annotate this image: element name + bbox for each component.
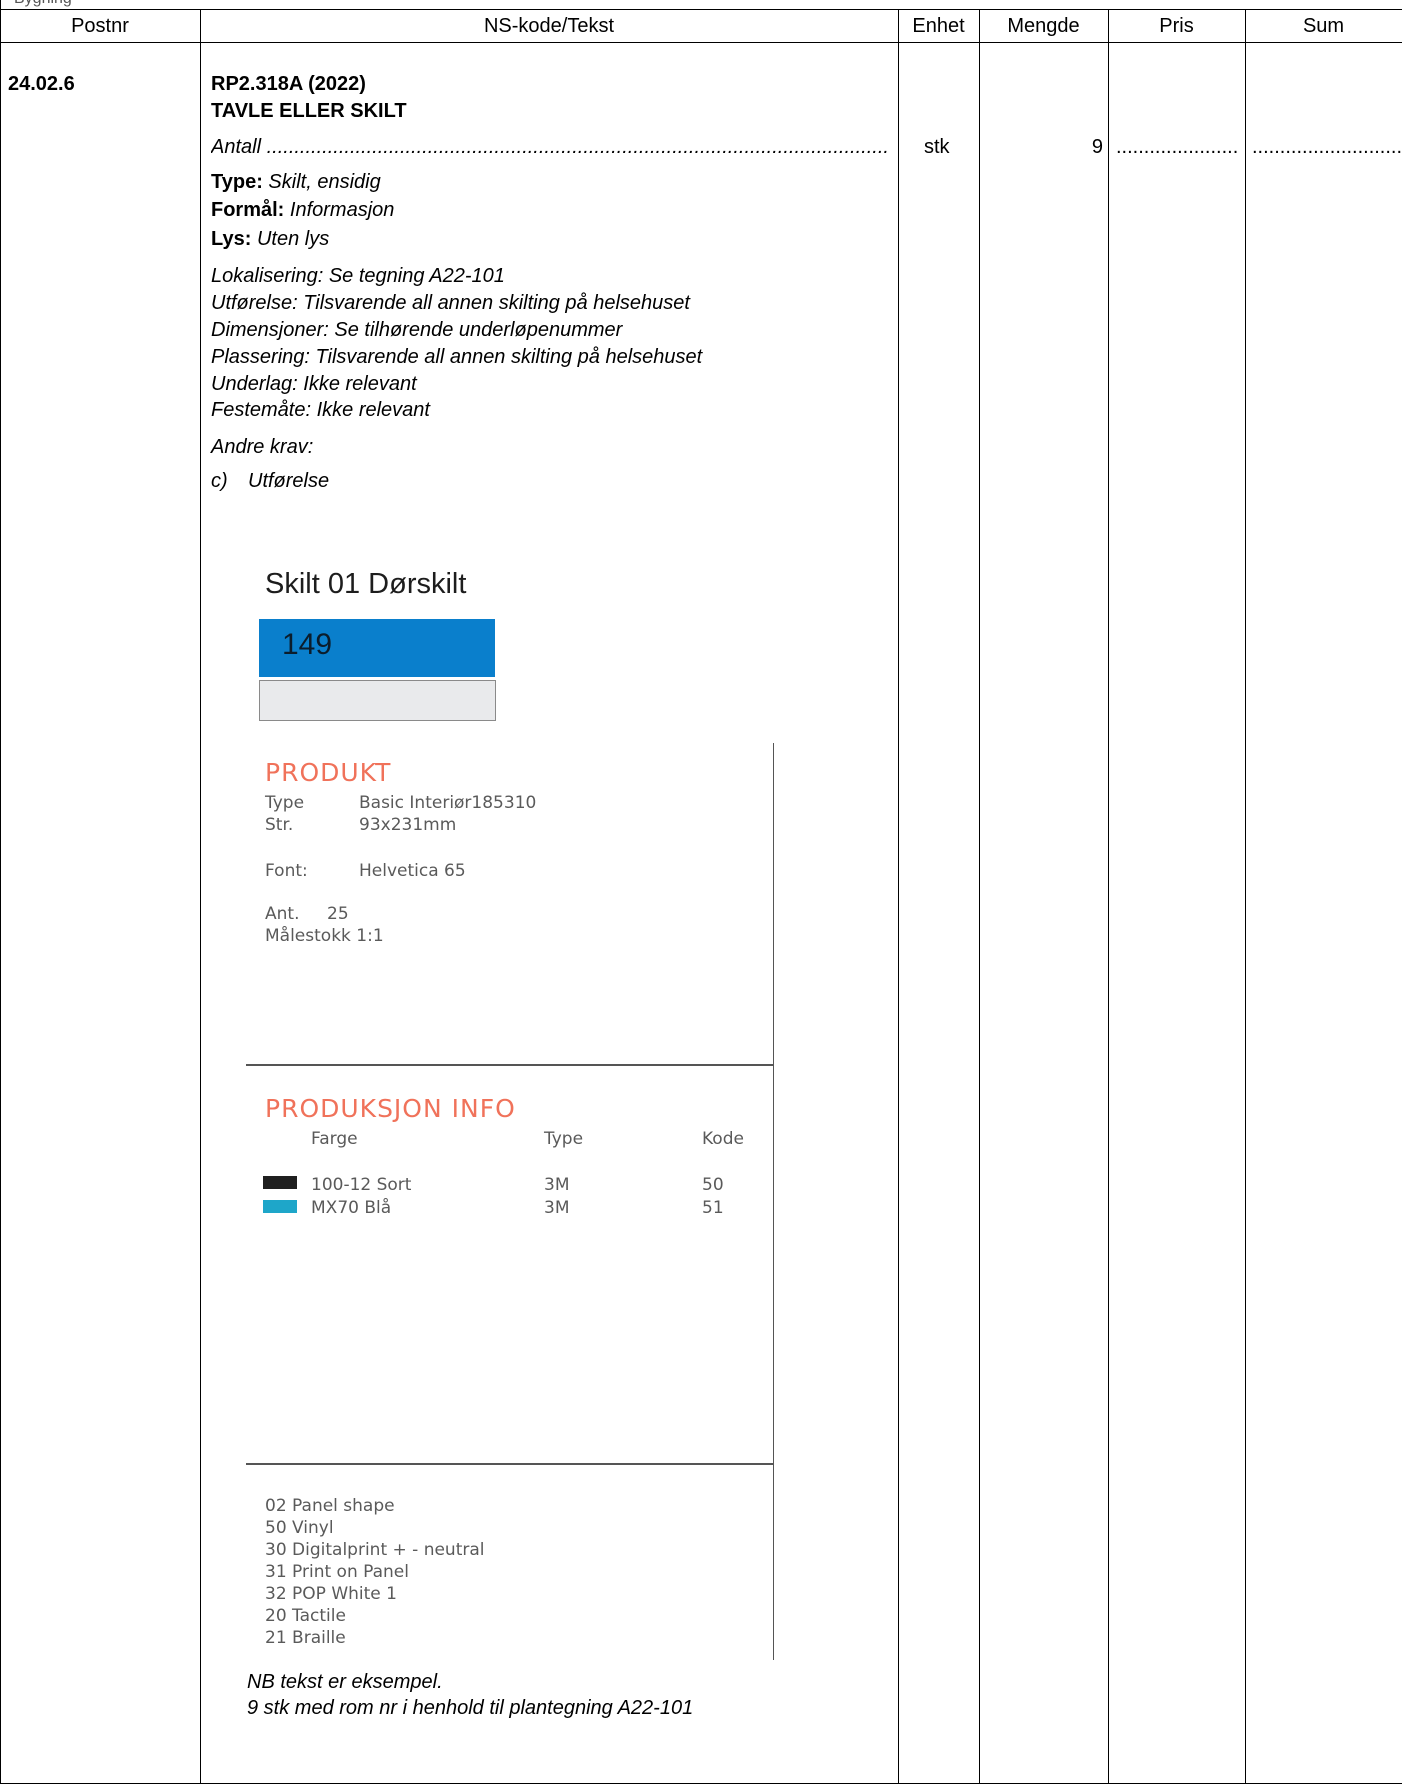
produkt-value: Basic Interiør185310	[359, 793, 537, 813]
col-kode: Kode	[702, 1129, 744, 1149]
col-border-2	[898, 9, 899, 1784]
sign-blank-panel	[259, 680, 496, 721]
sign-number-panel: 149	[259, 619, 495, 677]
produkt-label: Ant.	[265, 904, 300, 924]
header-tekst: NS-kode/Tekst	[483, 15, 615, 37]
mengde-value: 9	[1091, 136, 1103, 158]
c-label: c)	[211, 470, 228, 492]
note-2: 9 stk med rom nr i henhold til plantegni…	[247, 1697, 694, 1719]
col-farge: Farge	[311, 1129, 358, 1149]
spec-divider-1	[246, 1064, 774, 1066]
feature-item: 30 Digitalprint + - neutral	[265, 1540, 485, 1560]
andre-krav: Andre krav:	[211, 436, 314, 458]
top-label: Bygning	[14, 0, 72, 8]
col-border-5	[1245, 9, 1246, 1784]
feature-item: 02 Panel shape	[265, 1496, 395, 1516]
feature-item: 50 Vinyl	[265, 1518, 334, 1538]
lys-label: Lys:	[211, 228, 252, 250]
farge-type: 3M	[544, 1198, 570, 1218]
feature-item: 20 Tactile	[265, 1606, 346, 1626]
spec-vertical-line	[773, 743, 774, 1660]
ns-code: RP2.318A (2022)	[211, 73, 366, 95]
header-mengde: Mengde	[1007, 15, 1080, 37]
produkt-heading: PRODUKT	[265, 758, 392, 787]
header-pris: Pris	[1159, 15, 1194, 37]
antall-label: Antall	[211, 136, 262, 158]
col-border-4	[1108, 9, 1109, 1784]
item-title: TAVLE ELLER SKILT	[211, 100, 407, 122]
color-swatch-black	[263, 1176, 297, 1189]
detail-line: Plassering: Tilsvarende all annen skilti…	[211, 346, 703, 368]
header-bottom-border	[0, 42, 1402, 43]
produkt-label: Str.	[265, 815, 294, 835]
pris-dots	[1116, 136, 1238, 158]
type-value: Skilt, ensidig	[268, 171, 381, 193]
feature-item: 32 POP White 1	[265, 1584, 397, 1604]
enhet-value: stk	[924, 136, 950, 158]
color-swatch-blue	[263, 1200, 297, 1213]
farge-kode: 50	[702, 1175, 724, 1195]
produkt-value: Helvetica 65	[359, 861, 466, 881]
farge-name: 100-12 Sort	[311, 1175, 412, 1195]
col-type: Type	[544, 1129, 584, 1149]
type-line: Type: Skilt, ensidig	[211, 171, 381, 193]
produkt-label: Type	[265, 793, 305, 813]
produkt-scale: Målestokk 1:1	[265, 926, 384, 946]
detail-line: Underlag: Ikke relevant	[211, 373, 417, 395]
farge-name: MX70 Blå	[311, 1198, 392, 1218]
antall-line: Antall	[211, 136, 887, 158]
produksjon-heading: PRODUKSJON INFO	[265, 1094, 516, 1123]
header-postnr: Postnr	[71, 15, 129, 37]
col-border-3	[979, 9, 980, 1784]
c-text: Utførelse	[248, 470, 330, 492]
sign-number: 149	[282, 628, 333, 661]
header-enhet: Enhet	[912, 15, 965, 37]
feature-item: 31 Print on Panel	[265, 1562, 409, 1582]
formal-line: Formål: Informasjon	[211, 199, 394, 221]
note-1: NB tekst er eksempel.	[247, 1671, 443, 1693]
detail-line: Dimensjoner: Se tilhørende underløpenumm…	[211, 319, 623, 341]
sum-dots	[1252, 136, 1402, 158]
col-border-left	[0, 0, 1, 1784]
spec-divider-2	[246, 1463, 774, 1465]
header-sum: Sum	[1302, 15, 1345, 37]
postnr: 24.02.6	[8, 73, 75, 95]
col-border-1	[200, 9, 201, 1784]
produkt-value: 93x231mm	[359, 815, 457, 835]
formal-value: Informasjon	[289, 199, 395, 221]
feature-item: 21 Braille	[265, 1628, 346, 1648]
lys-line: Lys: Uten lys	[211, 228, 329, 250]
detail-line: Utførelse: Tilsvarende all annen skiltin…	[211, 292, 690, 314]
detail-line: Lokalisering: Se tegning A22-101	[211, 265, 505, 287]
produkt-label: Font:	[265, 861, 308, 881]
sign-title: Skilt 01 Dørskilt	[265, 568, 467, 600]
formal-label: Formål:	[211, 199, 285, 221]
farge-type: 3M	[544, 1175, 570, 1195]
produkt-value: 25	[327, 904, 349, 924]
farge-kode: 51	[702, 1198, 724, 1218]
lys-value: Uten lys	[256, 228, 330, 250]
type-label: Type:	[211, 171, 263, 193]
detail-line: Festemåte: Ikke relevant	[211, 399, 430, 421]
